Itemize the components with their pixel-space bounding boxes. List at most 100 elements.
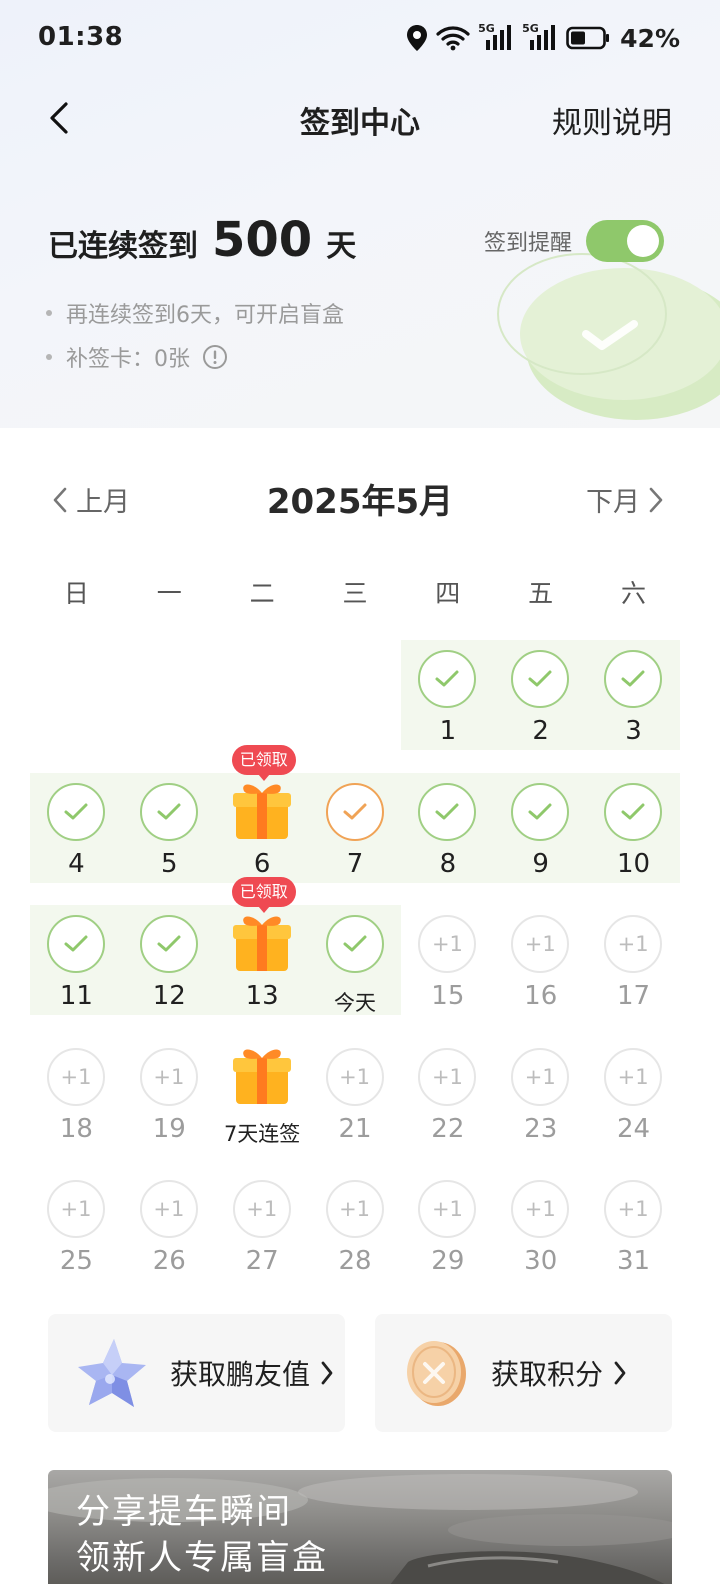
chevron-right-icon	[613, 1360, 627, 1386]
share-banner[interactable]: 分享提车瞬间 领新人专属盲盒	[48, 1470, 672, 1584]
calendar-day[interactable]: +1 31	[587, 1170, 680, 1303]
calendar-day[interactable]: 5	[123, 773, 216, 906]
next-month-button[interactable]: 下月	[586, 480, 664, 519]
calendar-day[interactable]: 4	[30, 773, 123, 906]
check-icon	[64, 935, 88, 952]
calendar-day[interactable]: +1 26	[123, 1170, 216, 1303]
checked-in-circle	[511, 650, 570, 708]
check-icon	[157, 935, 181, 952]
day-number: 21	[338, 1113, 372, 1144]
reward-circle: +1	[418, 1047, 477, 1106]
calendar-day[interactable]: +1 25	[30, 1170, 123, 1303]
calendar-day[interactable]: 2	[494, 640, 587, 773]
reward-circle: +1	[418, 915, 477, 974]
banner-title-line2: 领新人专属盲盒	[76, 1538, 328, 1578]
streak-label: 已连续签到	[48, 229, 198, 264]
checked-in-circle	[325, 782, 384, 841]
check-icon	[435, 670, 459, 687]
reward-circle: +1	[604, 1180, 663, 1239]
tip-text: 再连续签到6天，可开启盲盒	[66, 303, 344, 328]
info-icon[interactable]	[202, 344, 228, 370]
calendar-day[interactable]: 3	[587, 640, 680, 773]
banner-title-line1: 分享提车瞬间	[76, 1492, 292, 1532]
calendar-day[interactable]: +1 16	[494, 905, 587, 1038]
calendar-day[interactable]: +1 30	[494, 1170, 587, 1303]
calendar-day[interactable]: 10	[587, 773, 680, 906]
location-icon	[407, 25, 428, 51]
calendar-day[interactable]: +1 23	[494, 1038, 587, 1171]
weekday-label: 四	[435, 579, 461, 608]
reward-circle: +1	[418, 1180, 477, 1239]
reward-circle: +1	[47, 1047, 105, 1106]
reminder-label: 签到提醒	[483, 231, 572, 256]
chevron-right-icon	[649, 487, 663, 512]
signal-bars-icon	[486, 25, 512, 50]
check-icon	[528, 670, 552, 687]
tip-item: 补签卡：0张	[46, 342, 344, 372]
check-icon	[157, 803, 181, 820]
day-number: 8	[439, 848, 457, 879]
calendar-day[interactable]: +1 18	[30, 1038, 123, 1171]
calendar-day[interactable]: 11	[30, 905, 123, 1038]
calendar-day[interactable]: 7	[309, 773, 402, 906]
day-number: 26	[152, 1246, 186, 1277]
reward-circle: +1	[232, 1180, 291, 1239]
checked-in-circle	[325, 915, 384, 974]
gift-box-icon	[232, 784, 291, 839]
streak-summary: 已连续签到 500 天	[48, 212, 356, 268]
reminder-setting: 签到提醒	[484, 220, 664, 262]
check-icon	[343, 803, 367, 820]
calendar-day[interactable]: 8	[401, 773, 494, 906]
get-friend-points-card[interactable]: 获取鹏友值	[48, 1314, 345, 1432]
day-number: 29	[431, 1246, 465, 1277]
toggle-knob	[627, 225, 659, 257]
check-icon	[343, 935, 367, 952]
get-points-card[interactable]: 获取积分	[375, 1314, 672, 1432]
calendar-day[interactable]: +1 22	[401, 1038, 494, 1171]
calendar-day[interactable]: +1 28	[309, 1170, 402, 1303]
streak-unit: 天	[326, 229, 357, 264]
day-number: 9	[532, 848, 549, 879]
day-number: 10	[617, 848, 651, 879]
day-number: 19	[152, 1113, 186, 1144]
calendar-day[interactable]: +1 17	[587, 905, 680, 1038]
calendar-day[interactable]: +1 29	[401, 1170, 494, 1303]
check-icon	[621, 803, 645, 820]
checked-in-circle	[418, 650, 477, 708]
day-number: 11	[59, 981, 93, 1012]
day-number: 23	[524, 1113, 558, 1144]
checked-in-circle	[47, 782, 105, 841]
weekday-label: 一	[156, 579, 182, 608]
calendar-day[interactable]: +1 27	[216, 1170, 309, 1303]
calendar-day[interactable]: +1 21	[309, 1038, 402, 1171]
reward-cards: 获取鹏友值 获取积分	[48, 1314, 672, 1432]
status-icons: 5G 5G 42%	[406, 20, 680, 56]
check-icon	[621, 670, 645, 687]
reward-circle: +1	[604, 1047, 663, 1106]
day-number: 16	[524, 981, 558, 1012]
calendar-day[interactable]: 9	[494, 773, 587, 906]
calendar-day[interactable]: +1 24	[587, 1038, 680, 1171]
rules-link[interactable]: 规则说明	[552, 98, 672, 142]
calendar-day[interactable]: 7天连签	[216, 1038, 309, 1171]
day-number: 17	[617, 981, 651, 1012]
weekday-label: 六	[620, 579, 646, 608]
next-month-label: 下月	[586, 487, 640, 518]
day-number: 7	[346, 848, 364, 879]
checked-in-circle	[139, 782, 198, 841]
calendar-day[interactable]: 已领取 13	[216, 877, 309, 1038]
reminder-toggle[interactable]	[586, 220, 664, 262]
calendar-day[interactable]: 今天	[309, 905, 402, 1038]
calendar-day[interactable]: 12	[123, 905, 216, 1038]
calendar-day[interactable]: 1	[401, 640, 494, 773]
reward-circle: +1	[139, 1047, 198, 1106]
calendar-day[interactable]: +1 15	[401, 905, 494, 1038]
day-number: 6	[253, 848, 271, 879]
day-number: 27	[245, 1246, 279, 1277]
day-number: 4	[68, 848, 85, 879]
cell-signal-2: 5G	[522, 22, 558, 52]
weekday-header: 日 一 二 三 四 五 六	[30, 574, 680, 610]
calendar-day[interactable]: +1 19	[123, 1038, 216, 1171]
chevron-right-icon	[320, 1360, 334, 1386]
check-icon	[64, 803, 88, 820]
